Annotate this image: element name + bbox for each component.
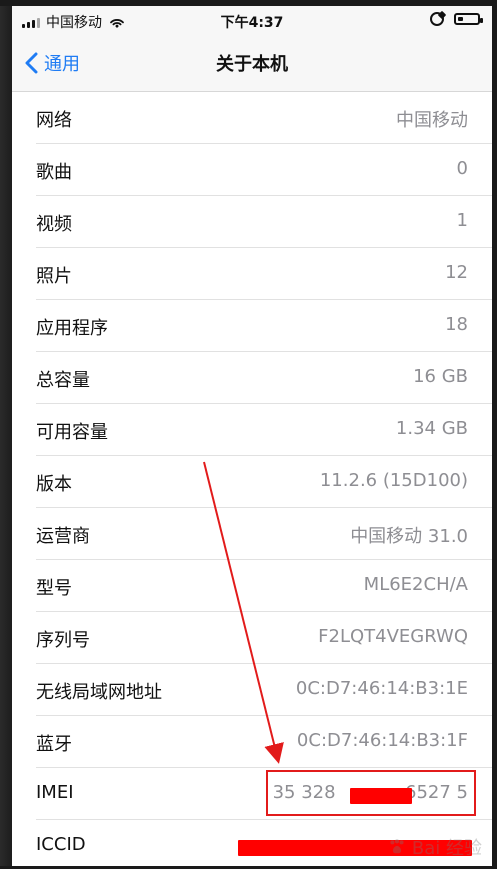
row-value: 18 bbox=[445, 314, 468, 335]
nav-bar: 通用 关于本机 bbox=[12, 36, 492, 92]
row-videos: 视频 1 bbox=[12, 196, 492, 248]
row-value: 1.34 GB bbox=[395, 418, 468, 439]
row-label: 运营商 bbox=[36, 526, 90, 547]
row-label: ICCID bbox=[36, 834, 86, 855]
imei-redaction bbox=[350, 788, 412, 804]
row-serial: 序列号 F2LQT4VEGRWQ bbox=[12, 612, 492, 664]
row-apps: 应用程序 18 bbox=[12, 300, 492, 352]
row-wifi-address: 无线局域网地址 0C:D7:46:14:B3:1E bbox=[12, 664, 492, 716]
page-title: 关于本机 bbox=[216, 54, 288, 75]
row-value: ML6E2CH/A bbox=[363, 574, 468, 595]
row-photos: 照片 12 bbox=[12, 248, 492, 300]
background-edge bbox=[0, 6, 12, 866]
ios-screen: 中国移动 下午4:37 通用 关于本机 网络 中国移动 歌曲 0 视频 1 照片… bbox=[12, 6, 492, 866]
row-value: 0C:D7:46:14:B3:1F bbox=[296, 730, 468, 751]
row-label: 蓝牙 bbox=[36, 734, 72, 755]
row-capacity: 总容量 16 GB bbox=[12, 352, 492, 404]
row-label: 无线局域网地址 bbox=[36, 682, 162, 703]
row-label: 可用容量 bbox=[36, 422, 108, 443]
row-label: IMEI bbox=[36, 782, 74, 803]
about-list: 网络 中国移动 歌曲 0 视频 1 照片 12 应用程序 18 总容量 16 G… bbox=[12, 92, 492, 866]
row-label: 视频 bbox=[36, 214, 72, 235]
imei-prefix: 35 328 bbox=[272, 782, 336, 803]
status-bar: 中国移动 下午4:37 bbox=[12, 6, 492, 36]
row-bluetooth: 蓝牙 0C:D7:46:14:B3:1F bbox=[12, 716, 492, 768]
row-version: 版本 11.2.6 (15D100) bbox=[12, 456, 492, 508]
row-label: 照片 bbox=[36, 266, 72, 287]
row-label: 版本 bbox=[36, 474, 72, 495]
row-songs: 歌曲 0 bbox=[12, 144, 492, 196]
status-time: 下午4:37 bbox=[220, 15, 284, 31]
row-label: 网络 bbox=[36, 110, 72, 131]
row-value: F2LQT4VEGRWQ bbox=[318, 626, 468, 647]
iccid-redaction bbox=[238, 840, 472, 856]
row-value: 1 bbox=[456, 210, 468, 231]
row-label: 总容量 bbox=[36, 370, 90, 391]
row-network: 网络 中国移动 bbox=[12, 92, 492, 144]
row-iccid: ICCID bbox=[12, 820, 492, 866]
row-label: 应用程序 bbox=[36, 318, 108, 339]
rotation-lock-icon bbox=[430, 12, 444, 26]
row-value: 中国移动 bbox=[396, 110, 468, 131]
row-value: 12 bbox=[445, 262, 468, 283]
imei-suffix: 6527 5 bbox=[405, 782, 468, 803]
row-label: 歌曲 bbox=[36, 162, 72, 183]
row-model: 型号 ML6E2CH/A bbox=[12, 560, 492, 612]
row-imei: IMEI 35 328 6527 5 bbox=[12, 768, 492, 820]
row-available: 可用容量 1.34 GB bbox=[12, 404, 492, 456]
row-value: 11.2.6 (15D100) bbox=[319, 470, 468, 491]
row-value: 0C:D7:46:14:B3:1E bbox=[295, 678, 468, 699]
battery-icon bbox=[454, 13, 483, 25]
status-right bbox=[430, 12, 483, 26]
row-carrier: 运营商 中国移动 31.0 bbox=[12, 508, 492, 560]
row-label: 序列号 bbox=[36, 630, 90, 651]
battery-fill bbox=[458, 17, 463, 21]
row-value: 16 GB bbox=[413, 366, 468, 387]
row-value: 0 bbox=[456, 158, 468, 179]
row-label: 型号 bbox=[36, 578, 72, 599]
row-value: 中国移动 31.0 bbox=[350, 526, 468, 547]
